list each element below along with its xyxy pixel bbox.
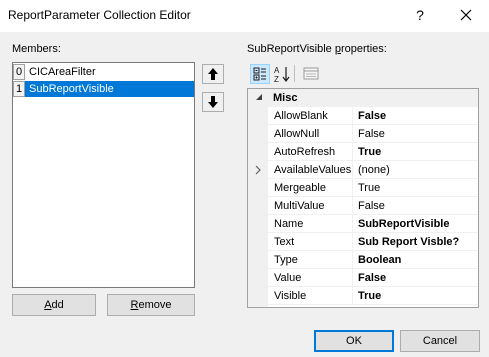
collapse-icon[interactable] <box>254 92 264 102</box>
property-name: AutoRefresh <box>274 146 336 158</box>
property-name: Type <box>274 254 298 266</box>
close-button[interactable] <box>448 4 484 28</box>
property-row-allownull[interactable]: AllowNull False <box>268 125 478 143</box>
property-value[interactable]: SubReportVisible <box>358 218 449 230</box>
property-pages-button[interactable] <box>302 64 322 84</box>
cancel-button[interactable]: Cancel <box>400 330 480 352</box>
property-pages-icon <box>303 67 319 80</box>
categorized-button[interactable] <box>250 64 270 84</box>
property-name: Name <box>274 218 304 230</box>
property-name: AvailableValues <box>274 164 352 176</box>
add-button[interactable]: Add <box>12 294 96 316</box>
property-value[interactable]: False <box>358 272 386 284</box>
property-name: MultiValue <box>274 200 325 212</box>
window-title: ReportParameter Collection Editor <box>8 8 191 22</box>
property-row-name[interactable]: Name SubReportVisible <box>268 215 478 233</box>
property-grid[interactable]: Misc AllowBlank False AllowNull False Au… <box>247 88 479 308</box>
property-value[interactable]: True <box>358 182 380 194</box>
property-name: Value <box>274 272 302 284</box>
member-item[interactable]: 0 CICAreaFilter <box>13 64 194 80</box>
property-row-mergeable[interactable]: Mergeable True <box>268 179 478 197</box>
arrow-down-icon <box>208 96 218 108</box>
property-name: Mergeable <box>274 182 326 194</box>
members-label: Members: <box>12 43 61 55</box>
property-value[interactable]: (none) <box>358 164 390 176</box>
property-name: Text <box>274 236 295 248</box>
property-row-allowblank[interactable]: AllowBlank False <box>268 107 478 125</box>
remove-button[interactable]: Remove <box>107 294 195 316</box>
categorized-icon <box>253 67 266 81</box>
property-value[interactable]: False <box>358 128 385 140</box>
alphabetical-button[interactable]: A Z <box>272 64 292 84</box>
toolbar-separator <box>294 65 295 82</box>
property-row-autorefresh[interactable]: AutoRefresh True <box>268 143 478 161</box>
property-value[interactable]: False <box>358 110 386 122</box>
close-icon <box>460 9 472 21</box>
property-value[interactable]: False <box>358 200 385 212</box>
svg-text:A: A <box>274 66 280 75</box>
properties-label: SubReportVisible properties: <box>247 43 387 55</box>
property-grid-toolbar: A Z <box>247 62 479 86</box>
member-index: 0 <box>13 64 25 80</box>
category-name: Misc <box>273 92 298 104</box>
category-row-misc[interactable]: Misc <box>248 89 478 107</box>
property-row-visible[interactable]: Visible True <box>268 287 478 305</box>
member-index: 1 <box>13 81 25 97</box>
property-row-text[interactable]: Text Sub Report Visble? <box>268 233 478 251</box>
members-list[interactable]: 0 CICAreaFilter 1 SubReportVisible <box>12 62 195 288</box>
property-name: AllowNull <box>274 128 320 140</box>
arrow-up-icon <box>208 68 218 80</box>
property-row-availablevalues[interactable]: AvailableValues (none) <box>255 161 478 179</box>
property-row-value[interactable]: Value False <box>268 269 478 287</box>
property-value[interactable]: True <box>358 290 381 302</box>
property-name: AllowBlank <box>274 110 328 122</box>
property-value[interactable]: True <box>358 146 381 158</box>
help-button[interactable]: ? <box>405 4 435 28</box>
svg-text:Z: Z <box>274 75 279 84</box>
property-row-multivalue[interactable]: MultiValue False <box>268 197 478 215</box>
member-name: CICAreaFilter <box>29 66 96 78</box>
member-name: SubReportVisible <box>25 81 194 97</box>
property-value[interactable]: Sub Report Visble? <box>358 236 459 248</box>
move-down-button[interactable] <box>202 92 224 112</box>
title-bar: ReportParameter Collection Editor ? <box>0 0 489 32</box>
move-up-button[interactable] <box>202 64 224 84</box>
expand-chevron-icon[interactable] <box>254 165 262 175</box>
property-row-type[interactable]: Type Boolean <box>268 251 478 269</box>
property-name: Visible <box>274 290 307 302</box>
ok-button[interactable]: OK <box>314 330 394 352</box>
grid-gutter <box>248 89 268 307</box>
alphabetical-sort-icon: A Z <box>274 66 290 84</box>
property-value[interactable]: Boolean <box>358 254 401 266</box>
member-item-selected[interactable]: 1 SubReportVisible <box>13 81 194 97</box>
